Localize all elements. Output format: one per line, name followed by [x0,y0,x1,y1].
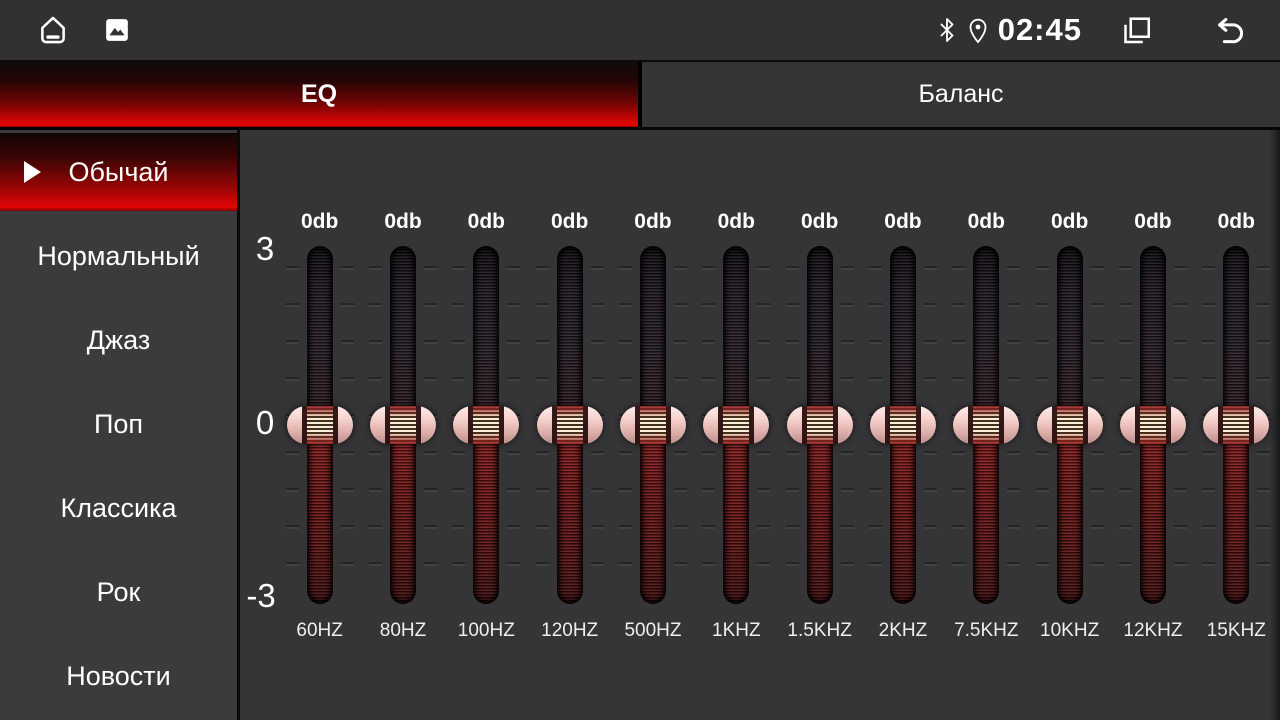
slider-track-area [361,246,444,604]
scale-label-bottom: -3 [240,577,282,615]
location-icon [966,16,990,44]
freq-label: 80HZ [380,620,426,642]
freq-label: 60HZ [296,620,342,642]
gain-label: 0db [1218,210,1255,236]
preset-label: Классика [60,493,176,524]
eq-band-120hz: 0db 120HZ [528,130,611,720]
slider-track-area [695,246,778,604]
preset-sidebar: Обычай Нормальный Джаз Поп Классика Рок … [0,130,240,720]
slider-row: 0db 60HZ 0db 80HZ 0db [278,130,1278,720]
eq-band-10khz: 0db 10KHZ [1028,130,1111,720]
preset-label: Джаз [87,325,150,356]
preset-custom[interactable]: Обычай [0,133,237,211]
freq-label: 1KHZ [712,620,761,642]
slider-track-area [1028,246,1111,604]
gain-label: 0db [968,210,1005,236]
slider-track-area [445,246,528,604]
freq-label: 1.5KHZ [787,620,851,642]
preset-label: Нормальный [37,241,199,272]
gain-label: 0db [718,210,755,236]
preset-pop[interactable]: Поп [0,382,237,466]
eq-band-12khz: 0db 12KHZ [1111,130,1194,720]
preset-label: Поп [94,409,143,440]
slider-thumb[interactable] [453,406,519,444]
preset-normal[interactable]: Нормальный [0,214,237,298]
freq-label: 120HZ [541,620,598,642]
clock: 02:45 [998,12,1082,48]
freq-label: 10KHZ [1040,620,1099,642]
slider-thumb[interactable] [370,406,436,444]
eq-band-60hz: 0db 60HZ [278,130,361,720]
tab-balance[interactable]: Баланс [642,62,1280,127]
tab-eq-label: EQ [301,80,337,109]
eq-band-100hz: 0db 100HZ [445,130,528,720]
slider-thumb[interactable] [1203,406,1269,444]
slider-track-area [278,246,361,604]
preset-label: Новости [66,661,171,692]
gain-label: 0db [384,210,421,236]
slider-thumb[interactable] [1037,406,1103,444]
eq-band-500hz: 0db 500HZ [611,130,694,720]
scale-label-top: 3 [244,230,286,268]
eq-band-1khz: 0db 1KHZ [695,130,778,720]
eq-band-80hz: 0db 80HZ [361,130,444,720]
gain-label: 0db [634,210,671,236]
freq-label: 2KHZ [879,620,928,642]
preset-news[interactable]: Новости [0,634,237,718]
freq-label: 100HZ [458,620,515,642]
gallery-icon[interactable] [104,17,130,43]
eq-page: Обычай Нормальный Джаз Поп Классика Рок … [0,130,1280,720]
slider-track-area [611,246,694,604]
preset-label: Обычай [68,157,168,188]
freq-label: 12KHZ [1123,620,1182,642]
tab-balance-label: Баланс [918,80,1003,109]
slider-track-area [1195,246,1278,604]
slider-thumb[interactable] [620,406,686,444]
slider-track-area [861,246,944,604]
recent-apps-icon[interactable] [1118,12,1154,48]
gain-label: 0db [468,210,505,236]
slider-thumb[interactable] [287,406,353,444]
eq-band-2khz: 0db 2KHZ [861,130,944,720]
slider-thumb[interactable] [703,406,769,444]
preset-jazz[interactable]: Джаз [0,298,237,382]
back-icon[interactable] [1210,14,1246,46]
freq-label: 15KHZ [1207,620,1266,642]
tab-bar: EQ Баланс [0,62,1280,130]
gain-label: 0db [884,210,921,236]
gain-label: 0db [801,210,838,236]
home-icon[interactable] [36,13,70,47]
preset-classic[interactable]: Классика [0,466,237,550]
slider-thumb[interactable] [953,406,1019,444]
slider-track-area [778,246,861,604]
eq-band-15khz: 0db 15KHZ [1195,130,1278,720]
eq-band-7-5khz: 0db 7.5KHZ [945,130,1028,720]
selected-arrow-icon [24,161,41,183]
slider-thumb[interactable] [1120,406,1186,444]
gain-label: 0db [1134,210,1171,236]
status-bar: 02:45 [0,0,1280,62]
freq-label: 7.5KHZ [954,620,1018,642]
tab-eq[interactable]: EQ [0,62,638,127]
preset-label: Рок [97,577,141,608]
slider-thumb[interactable] [537,406,603,444]
gain-label: 0db [1051,210,1088,236]
gain-label: 0db [551,210,588,236]
slider-track-area [528,246,611,604]
freq-label: 500HZ [624,620,681,642]
slider-thumb[interactable] [787,406,853,444]
scale-label-mid: 0 [244,404,286,442]
preset-rock[interactable]: Рок [0,550,237,634]
bluetooth-icon [936,15,958,45]
eq-slider-board: 3 0 -3 0db 60HZ 0db [240,130,1280,720]
slider-thumb[interactable] [870,406,936,444]
slider-track-area [945,246,1028,604]
head-unit-screen: 02:45 EQ Баланс [0,0,1280,720]
eq-band-1-5khz: 0db 1.5KHZ [778,130,861,720]
gain-label: 0db [301,210,338,236]
slider-track-area [1111,246,1194,604]
